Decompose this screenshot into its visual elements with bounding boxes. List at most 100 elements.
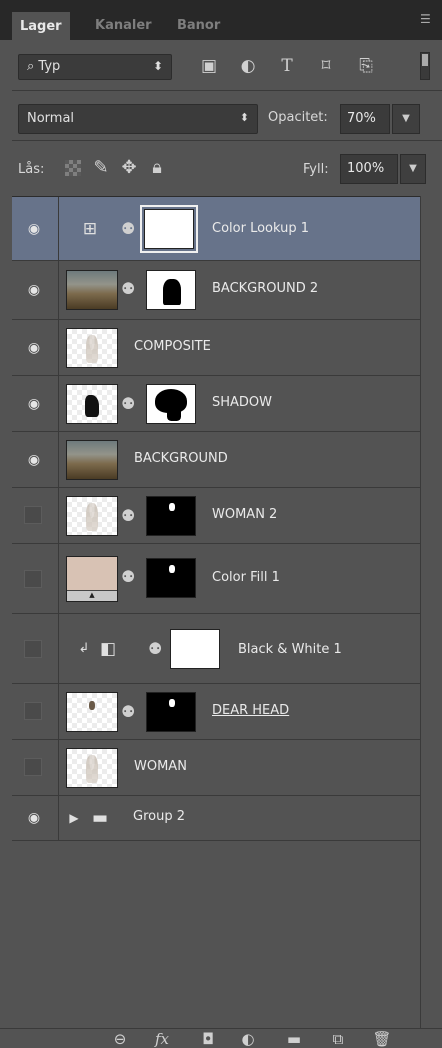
filter-shape-icon[interactable]: ⌑ (315, 54, 337, 78)
visibility-column: ◉ (12, 261, 59, 319)
adjustment-layer-icon[interactable]: ◐ (236, 1030, 260, 1048)
chain-link-icon[interactable]: ⚉ (121, 505, 135, 527)
expand-triangle-icon[interactable]: ▶ (62, 807, 86, 829)
layer-thumbnail[interactable] (66, 440, 118, 480)
add-mask-icon[interactable]: ◘ (196, 1030, 220, 1048)
tab-banor[interactable]: Banor (168, 10, 229, 40)
filter-type-icon[interactable]: T (276, 54, 298, 78)
layer-mask-thumbnail[interactable] (146, 384, 196, 424)
visibility-column: ◉ (12, 376, 59, 431)
chain-link-icon[interactable]: ⚉ (121, 393, 135, 415)
fill-dropdown-button[interactable]: ▼ (400, 154, 426, 184)
layer-row-group-2[interactable]: ◉ ▶ ▬ Group 2 (12, 796, 420, 841)
stepper-arrows-icon: ⬍ (239, 111, 249, 124)
layers-list: ◉ ⊞ ⚉ Color Lookup 1 ◉ ⚉ BACKGROUND 2 ◉ … (12, 196, 420, 1028)
layer-row-background[interactable]: ◉ BACKGROUND (12, 432, 420, 488)
visibility-toggle-empty[interactable] (24, 702, 42, 720)
filter-toggle[interactable] (420, 52, 430, 80)
fill-field[interactable]: 100% (340, 154, 398, 184)
visibility-column: ◉ (12, 796, 59, 840)
eye-icon[interactable]: ◉ (23, 397, 45, 411)
filter-type-select[interactable]: ⌕ Typ ⬍ (18, 54, 172, 80)
panel-footer: ⊖ fx ◘ ◐ ▬ ⧉ 🗑︎ (0, 1028, 442, 1048)
chain-link-icon[interactable]: ⚉ (121, 701, 135, 723)
filter-adjustment-icon[interactable]: ◐ (237, 54, 259, 78)
link-icon[interactable]: ⊖ (108, 1030, 132, 1048)
visibility-toggle-empty[interactable] (24, 640, 42, 658)
visibility-column (12, 614, 59, 683)
eye-icon[interactable]: ◉ (23, 283, 45, 297)
layer-name[interactable]: WOMAN (134, 759, 187, 774)
eye-icon[interactable]: ◉ (23, 341, 45, 355)
trash-icon[interactable]: 🗑︎ (370, 1030, 394, 1048)
blend-mode-value: Normal (27, 111, 75, 126)
layer-name[interactable]: BACKGROUND (134, 451, 228, 466)
eye-icon[interactable]: ◉ (23, 453, 45, 467)
new-layer-icon[interactable]: ⧉ (326, 1030, 350, 1048)
layer-thumbnail[interactable] (66, 748, 118, 788)
layer-mask-thumbnail[interactable] (146, 496, 196, 536)
visibility-toggle-empty[interactable] (24, 758, 42, 776)
layer-row-shadow[interactable]: ◉ ⚉ SHADOW (12, 376, 420, 432)
layer-mask-thumbnail[interactable] (170, 629, 220, 669)
layer-name[interactable]: Black & White 1 (238, 642, 342, 657)
layer-name[interactable]: DEAR HEAD (212, 703, 289, 718)
visibility-toggle-empty[interactable] (24, 570, 42, 588)
layer-mask-thumbnail[interactable] (146, 692, 196, 732)
search-icon: ⌕ (27, 59, 39, 74)
layer-name[interactable]: BACKGROUND 2 (212, 281, 318, 296)
layer-thumbnail[interactable] (66, 270, 118, 310)
layer-row-background-2[interactable]: ◉ ⚉ BACKGROUND 2 (12, 261, 420, 320)
layer-name[interactable]: Group 2 (133, 809, 185, 824)
lock-transparency-icon[interactable] (62, 156, 84, 180)
opacity-dropdown-button[interactable]: ▼ (392, 104, 420, 134)
chain-link-icon[interactable]: ⚉ (148, 638, 162, 660)
layer-row-woman-2[interactable]: ⚉ WOMAN 2 (12, 488, 420, 544)
layer-thumbnail[interactable] (66, 496, 118, 536)
grid-icon: ⊞ (82, 219, 98, 239)
group-folder-icon[interactable]: ▬ (282, 1030, 306, 1048)
chain-link-icon[interactable]: ⚉ (121, 278, 135, 300)
eye-icon[interactable]: ◉ (23, 811, 45, 825)
layer-name[interactable]: WOMAN 2 (212, 507, 277, 522)
folder-icon: ▬ (91, 808, 109, 828)
lock-paint-brush-icon[interactable]: ✎ (90, 156, 112, 180)
scrollbar-track[interactable] (420, 196, 430, 1028)
filter-smartobject-icon[interactable]: ⎘ (355, 54, 377, 78)
eye-icon[interactable]: ◉ (23, 222, 45, 236)
layer-row-color-fill-1[interactable]: ⚉ Color Fill 1 (12, 544, 420, 614)
blend-mode-select[interactable]: Normal ⬍ (18, 104, 258, 134)
layer-thumbnail[interactable] (66, 328, 118, 368)
fill-color-thumbnail[interactable] (66, 556, 118, 602)
layer-row-color-lookup-1[interactable]: ◉ ⊞ ⚉ Color Lookup 1 (12, 197, 420, 261)
layer-name[interactable]: SHADOW (212, 395, 272, 410)
layer-mask-thumbnail[interactable] (146, 558, 196, 598)
opacity-field[interactable]: 70% (340, 104, 390, 134)
layer-name[interactable]: COMPOSITE (134, 339, 211, 354)
tab-kanaler[interactable]: Kanaler (86, 10, 161, 40)
clipping-arrow-icon: ↲ (78, 641, 90, 656)
panel-menu-icon[interactable]: ☰ (420, 12, 436, 26)
layer-mask-thumbnail[interactable] (146, 270, 196, 310)
fx-icon[interactable]: fx (150, 1030, 174, 1048)
chain-link-icon[interactable]: ⚉ (121, 566, 135, 588)
layer-thumbnail[interactable] (66, 692, 118, 732)
layer-row-black-white-1[interactable]: ↲ ◧ ⚉ Black & White 1 (12, 614, 420, 684)
opacity-label: Opacitet: (268, 110, 328, 125)
tab-lager[interactable]: Lager (12, 12, 70, 40)
panel-tabbar: Lager Kanaler Banor ☰ (0, 0, 442, 40)
visibility-column: ◉ (12, 320, 59, 375)
lock-all-padlock-icon[interactable]: 🔒︎ (146, 156, 168, 180)
layer-row-composite[interactable]: ◉ COMPOSITE (12, 320, 420, 376)
visibility-toggle-empty[interactable] (24, 506, 42, 524)
layer-name[interactable]: Color Lookup 1 (212, 221, 309, 236)
layer-name[interactable]: Color Fill 1 (212, 570, 280, 585)
filter-type-label: Typ (38, 59, 61, 74)
layer-row-dear-head[interactable]: ⚉ DEAR HEAD (12, 684, 420, 740)
filter-pixel-icon[interactable]: ▣ (198, 54, 220, 78)
layer-thumbnail[interactable] (66, 384, 118, 424)
chain-link-icon[interactable]: ⚉ (121, 218, 135, 240)
layer-row-woman[interactable]: WOMAN (12, 740, 420, 796)
divider (12, 140, 442, 141)
lock-position-move-icon[interactable]: ✥ (118, 156, 140, 180)
